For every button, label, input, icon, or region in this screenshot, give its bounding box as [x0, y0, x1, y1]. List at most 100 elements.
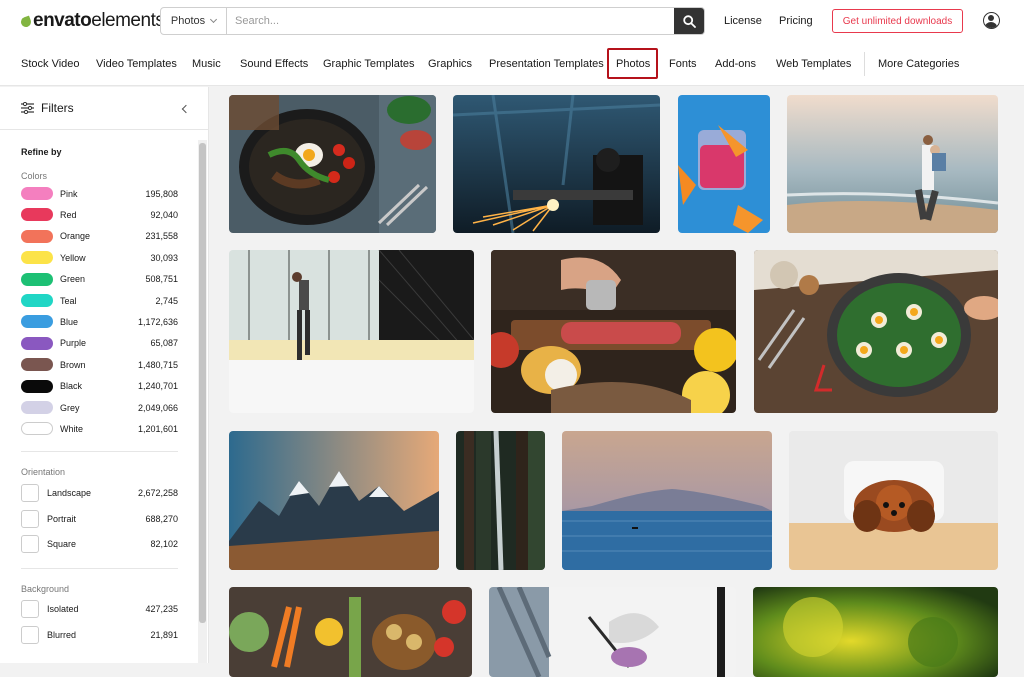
color-filter-count: 2,049,066 [137, 402, 178, 413]
color-filter-label: Yellow [60, 252, 86, 263]
photo-flower-bouquet[interactable] [489, 587, 736, 677]
photo-breakfast-pan[interactable] [229, 95, 436, 233]
photo-image [562, 431, 772, 570]
color-filter-yellow[interactable]: Yellow 30,093 [21, 250, 178, 265]
color-filter-grey[interactable]: Grey 2,049,066 [21, 400, 178, 415]
photo-father-child-beach[interactable] [787, 95, 998, 233]
photo-image [491, 250, 736, 413]
user-account-icon[interactable] [983, 12, 1000, 29]
search-input[interactable] [227, 8, 674, 34]
photo-puppy-table[interactable] [789, 431, 998, 570]
nav-fonts[interactable]: Fonts [669, 58, 697, 70]
checkbox[interactable] [21, 484, 39, 502]
color-filter-white[interactable]: White 1,201,601 [21, 421, 178, 436]
background-filter-count: 427,235 [145, 604, 178, 614]
photo-gym-stretch[interactable] [229, 250, 474, 413]
filters-title: Filters [41, 101, 74, 115]
nav-stock-video[interactable]: Stock Video [21, 58, 80, 70]
orientation-filter-square[interactable]: Square 82,102 [21, 535, 178, 553]
color-swatch [21, 187, 53, 200]
color-filter-count: 1,480,715 [137, 359, 178, 370]
color-filter-label: Red [60, 209, 77, 220]
nav-add-ons[interactable]: Add-ons [715, 58, 756, 70]
background-filter-blurred[interactable]: Blurred 21,891 [21, 625, 178, 644]
nav-sound-effects[interactable]: Sound Effects [240, 58, 308, 70]
color-filter-count: 92,040 [150, 209, 178, 220]
color-filter-blue[interactable]: Blue 1,172,636 [21, 314, 178, 329]
color-swatch [21, 294, 53, 307]
section-divider [21, 451, 178, 452]
nav-web-templates[interactable]: Web Templates [776, 58, 851, 70]
color-filter-count: 2,745 [155, 295, 178, 306]
orientation-filter-portrait[interactable]: Portrait 688,270 [21, 509, 178, 528]
active-category-highlight [607, 48, 658, 79]
background-filter-label: Blurred [47, 629, 77, 640]
color-filter-count: 1,240,701 [137, 381, 178, 392]
color-filter-label: Black [60, 381, 83, 392]
orientation-filter-landscape[interactable]: Landscape 2,672,258 [21, 484, 178, 502]
photo-shakshuka-pan[interactable] [754, 250, 998, 413]
photo-salting-meat[interactable] [491, 250, 736, 413]
color-filter-count: 508,751 [145, 274, 178, 285]
photo-mountain-sea[interactable] [562, 431, 772, 570]
header: envatoelements Photos License Pricing Ge… [0, 0, 1024, 86]
search-category-select[interactable]: Photos [161, 8, 227, 34]
checkbox[interactable] [21, 625, 39, 644]
sidebar-scrollbar[interactable] [198, 140, 207, 663]
photo-mountain-sunrise[interactable] [229, 431, 439, 570]
color-filter-label: Orange [60, 231, 91, 242]
checkbox[interactable] [21, 509, 39, 528]
color-filter-purple[interactable]: Purple 65,087 [21, 336, 178, 351]
color-filter-label: Teal [60, 295, 77, 306]
color-filter-black[interactable]: Black 1,240,701 [21, 379, 178, 394]
refine-by-label: Refine by [21, 147, 62, 157]
color-filter-label: Brown [60, 359, 86, 370]
color-filter-count: 65,087 [150, 338, 178, 349]
nav-more-categories[interactable]: More Categories [878, 58, 959, 70]
scrollbar-thumb[interactable] [199, 143, 206, 623]
photo-cocktail-glass[interactable] [678, 95, 770, 233]
color-filter-pink[interactable]: Pink 195,808 [21, 186, 178, 201]
nav-presentation-templates[interactable]: Presentation Templates [489, 58, 604, 70]
pricing-link[interactable]: Pricing [779, 15, 813, 27]
nav-music[interactable]: Music [192, 58, 221, 70]
orientation-filter-count: 688,270 [145, 513, 178, 524]
get-unlimited-downloads-button[interactable]: Get unlimited downloads [832, 9, 963, 33]
color-filter-brown[interactable]: Brown 1,480,715 [21, 357, 178, 372]
color-swatch [21, 272, 53, 286]
background-filter-isolated[interactable]: Isolated 427,235 [21, 600, 178, 618]
license-link[interactable]: License [724, 15, 762, 27]
orientation-filter-count: 2,672,258 [137, 488, 178, 498]
color-filter-orange[interactable]: Orange 231,558 [21, 229, 178, 244]
checkbox[interactable] [21, 535, 39, 553]
collapse-sidebar-icon[interactable] [181, 104, 191, 114]
category-nav: Stock Video Video Templates Music Sound … [0, 52, 1024, 76]
orientation-filter-label: Square [47, 539, 77, 549]
color-filter-green[interactable]: Green 508,751 [21, 272, 178, 287]
checkbox[interactable] [21, 600, 39, 618]
logo-text-bold: envato [33, 10, 92, 31]
chevron-down-icon [210, 15, 218, 24]
color-swatch [21, 401, 53, 414]
photo-welder-sparks[interactable] [453, 95, 660, 233]
photo-green-bokeh[interactable] [753, 587, 998, 677]
color-filter-label: Green [60, 274, 86, 285]
nav-graphic-templates[interactable]: Graphic Templates [323, 58, 415, 70]
color-filter-teal[interactable]: Teal 2,745 [21, 293, 178, 308]
photo-vegetables[interactable] [229, 587, 472, 677]
search-category-label: Photos [170, 15, 206, 27]
background-label: Background [21, 584, 70, 594]
envato-elements-logo[interactable]: envato elements [19, 10, 165, 31]
nav-graphics[interactable]: Graphics [428, 58, 472, 70]
leaf-icon [19, 15, 33, 29]
color-filter-count: 1,172,636 [137, 316, 178, 327]
search-icon [682, 14, 696, 28]
photo-forest-waterfall[interactable] [456, 431, 545, 570]
color-filter-red[interactable]: Red 92,040 [21, 207, 178, 222]
color-swatch [21, 251, 53, 265]
search-button[interactable] [674, 8, 704, 34]
photo-image [229, 431, 439, 570]
sidebar-divider [0, 129, 208, 130]
color-filter-label: Purple [60, 338, 87, 349]
nav-video-templates[interactable]: Video Templates [96, 58, 177, 70]
